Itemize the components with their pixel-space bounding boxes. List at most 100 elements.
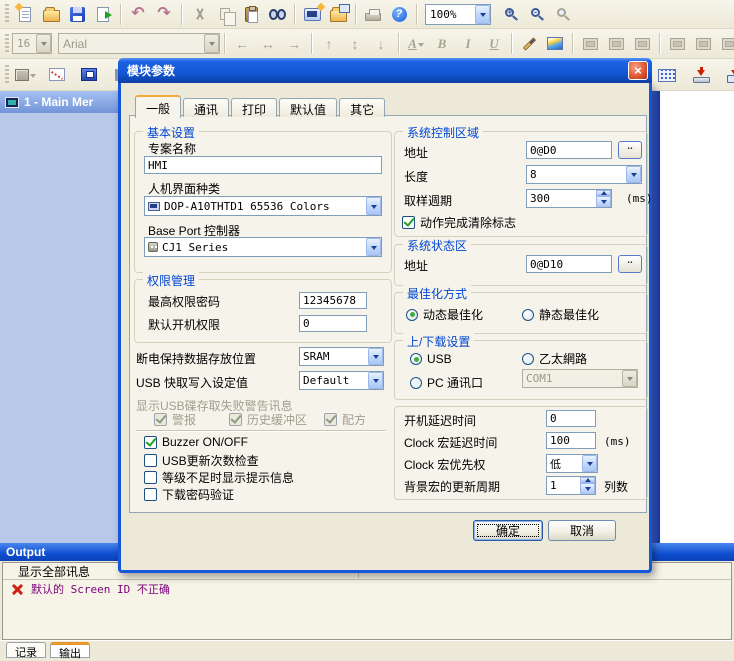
italic-button[interactable]: I — [455, 32, 481, 56]
fill-color-button[interactable] — [12, 63, 38, 87]
zoom-tool-button[interactable] — [547, 2, 573, 26]
ss-address-browse-button[interactable]: .. — [618, 255, 642, 273]
print-button[interactable] — [360, 2, 386, 26]
download-device-button[interactable] — [688, 63, 714, 87]
transfer-usb-radio[interactable]: USB — [410, 352, 452, 366]
sc-sample-label: 取样週期 — [404, 192, 452, 209]
clear-flag-checkbox[interactable]: 动作完成清除标志 — [402, 214, 516, 231]
save-button[interactable] — [64, 2, 90, 26]
new-screen-button[interactable] — [299, 2, 325, 26]
bg-macro-spinner[interactable]: 1 — [546, 476, 596, 495]
underline-button[interactable]: U — [481, 32, 507, 56]
open-file-button[interactable] — [38, 2, 64, 26]
copy-button[interactable] — [212, 2, 238, 26]
tab-general[interactable]: 一般 — [135, 95, 181, 118]
close-button[interactable]: × — [628, 61, 648, 80]
align-middle-v-button[interactable]: ↕ — [342, 32, 368, 56]
hmi-type-combobox[interactable]: DOP-A10THTD1 65536 Colors — [144, 196, 382, 216]
insert-picture-button[interactable] — [542, 32, 568, 56]
tab-print[interactable]: 打印 — [231, 98, 277, 117]
align-top-button[interactable]: ↑ — [316, 32, 342, 56]
download-screen-icon — [727, 67, 734, 83]
undo-button[interactable] — [125, 2, 151, 26]
chevron-down-icon[interactable] — [582, 455, 597, 472]
help-button[interactable] — [386, 2, 412, 26]
download-screen-button[interactable] — [722, 63, 734, 87]
trend-element-button[interactable] — [44, 63, 70, 87]
align-right-button[interactable]: → — [281, 32, 307, 56]
paste-button[interactable] — [238, 2, 264, 26]
toolbar-grip[interactable] — [5, 65, 9, 85]
align-center-h-button[interactable]: ↔ — [255, 32, 281, 56]
font-size-combobox[interactable]: 16 — [12, 33, 52, 54]
object-tool-button-6[interactable] — [716, 32, 734, 56]
arrow-right-icon: → — [287, 36, 301, 52]
object-tool-button-3[interactable] — [629, 32, 655, 56]
chevron-down-icon[interactable] — [475, 5, 490, 24]
chevron-down-icon[interactable] — [368, 348, 383, 365]
transfer-pc-radio[interactable]: PC 通讯口 — [410, 374, 483, 391]
keypad-button[interactable] — [654, 63, 680, 87]
object-tool-button-5[interactable] — [690, 32, 716, 56]
chevron-down-icon[interactable] — [366, 238, 381, 256]
find-button[interactable] — [264, 2, 290, 26]
optimize-dynamic-radio[interactable]: 动态最佳化 — [406, 306, 483, 323]
spin-down-icon[interactable] — [596, 196, 611, 208]
ss-address-input[interactable]: 0@D10 — [526, 255, 612, 273]
tab-communication[interactable]: 通讯 — [183, 98, 229, 117]
cancel-button[interactable]: 取消 — [548, 520, 616, 541]
spinner-buttons[interactable] — [596, 190, 611, 207]
sc-sample-spinner[interactable]: 300 — [526, 189, 612, 208]
zoom-out-button[interactable] — [521, 2, 547, 26]
usb-cache-combobox[interactable]: Default — [299, 371, 384, 390]
ok-button[interactable]: 确定 — [473, 520, 543, 541]
dialog-titlebar[interactable]: 模块参数 × — [118, 58, 652, 83]
com-port-combobox[interactable]: COM1 — [522, 369, 638, 388]
new-file-button[interactable] — [12, 2, 38, 26]
chevron-down-icon[interactable] — [366, 197, 381, 215]
boot-delay-input[interactable]: 0 — [546, 410, 596, 427]
bold-button[interactable]: B — [429, 32, 455, 56]
font-name-combobox[interactable]: Arial — [58, 33, 220, 54]
usb-update-check-checkbox[interactable]: USB更新次数检查 — [144, 452, 259, 469]
sc-length-combobox[interactable]: 8 — [526, 165, 642, 184]
clock-priority-combobox[interactable]: 低 — [546, 454, 598, 473]
download-password-checkbox[interactable]: 下载密码验证 — [144, 486, 234, 503]
tab-default[interactable]: 默认值 — [279, 98, 337, 117]
export-button[interactable] — [90, 2, 116, 26]
font-color-button[interactable]: A — [403, 32, 429, 56]
retain-location-combobox[interactable]: SRAM — [299, 347, 384, 366]
zoom-in-button[interactable] — [495, 2, 521, 26]
align-bottom-button[interactable]: ↓ — [368, 32, 394, 56]
rect-element-button[interactable] — [76, 63, 102, 87]
object-tool-button-2[interactable] — [603, 32, 629, 56]
base-port-combobox[interactable]: CJ1 Series — [144, 237, 382, 257]
project-name-input[interactable]: HMI — [144, 156, 382, 174]
object-tool-button-1[interactable] — [577, 32, 603, 56]
level-hint-checkbox[interactable]: 等级不足时显示提示信息 — [144, 469, 294, 486]
spin-down-icon[interactable] — [580, 483, 595, 495]
open-screen-button[interactable] — [325, 2, 351, 26]
cut-button[interactable] — [186, 2, 212, 26]
align-left-button[interactable]: ← — [229, 32, 255, 56]
clock-delay-input[interactable]: 100 — [546, 432, 596, 449]
password-input[interactable]: 12345678 — [299, 292, 367, 309]
underline-icon: U — [489, 36, 498, 52]
buzzer-checkbox[interactable]: Buzzer ON/OFF — [144, 435, 248, 449]
optimize-static-radio[interactable]: 静态最佳化 — [522, 306, 599, 323]
spinner-buttons[interactable] — [580, 477, 595, 494]
zoom-level-combobox[interactable]: 100% — [425, 4, 491, 25]
draw-line-button[interactable] — [516, 32, 542, 56]
toolbar-grip[interactable] — [5, 34, 9, 54]
chevron-down-icon[interactable] — [626, 166, 641, 183]
object-tool-button-4[interactable] — [664, 32, 690, 56]
sc-address-input[interactable]: 0@D0 — [526, 141, 612, 159]
toolbar-grip[interactable] — [5, 4, 9, 24]
boot-level-input[interactable]: 0 — [299, 315, 367, 332]
output-error-row[interactable]: 默认的 Screen ID 不正确 — [3, 580, 731, 598]
chevron-down-icon[interactable] — [368, 372, 383, 389]
transfer-ethernet-radio[interactable]: 乙太網路 — [522, 350, 587, 367]
tab-other[interactable]: 其它 — [339, 98, 385, 117]
redo-button[interactable] — [151, 2, 177, 26]
sc-address-browse-button[interactable]: .. — [618, 141, 642, 159]
